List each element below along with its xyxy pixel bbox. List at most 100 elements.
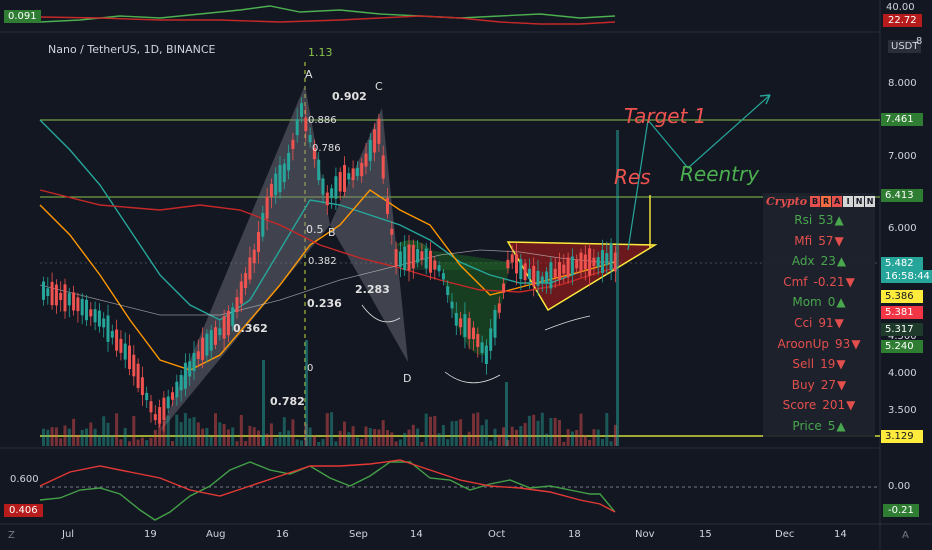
point-a-label: A (305, 68, 313, 81)
top-indicator-left-badge: 0.091 (4, 10, 41, 23)
volume-bar (85, 428, 88, 446)
candle-body (226, 310, 230, 336)
volume-bar (145, 440, 149, 446)
volume-bar (252, 427, 256, 446)
volume-bar (305, 340, 308, 446)
candle-body (239, 281, 243, 304)
ratio-label: 0.5 (306, 223, 324, 236)
signal-value: 53 (818, 213, 834, 227)
volume-bar (351, 426, 355, 446)
price-tick: 6.000 (888, 223, 917, 234)
brand-box: N (865, 196, 876, 207)
volume-bar (149, 437, 153, 446)
zoom-toggle[interactable]: Z (8, 530, 15, 541)
price-tick: 7.000 (888, 151, 917, 162)
signal-value: 201 (822, 398, 846, 413)
signal-value: 27 (820, 377, 836, 392)
volume-bar (420, 441, 424, 446)
volume-bar (368, 428, 372, 446)
volume-bar (153, 429, 157, 446)
volume-bar (527, 415, 531, 446)
candle-body (566, 257, 570, 278)
signal-value: -0.21 (813, 274, 845, 289)
volume-bar (570, 431, 574, 446)
candle-body (403, 246, 407, 271)
candle-body (222, 316, 226, 339)
volume-bar (540, 412, 544, 446)
volume-bar (46, 429, 50, 446)
candle-body (140, 377, 144, 396)
top-scale-label: 40.00 (886, 2, 915, 13)
candle-body (355, 168, 359, 177)
volume-bar (214, 413, 217, 446)
signal-name: Score (782, 398, 817, 413)
candle-body (601, 250, 604, 273)
volume-bar (467, 431, 471, 446)
volume-bar (67, 428, 71, 446)
candle-body (420, 251, 424, 260)
arrow-down-icon: ▼ (846, 398, 856, 413)
volume-bar (235, 441, 239, 446)
signal-name: Price (792, 418, 822, 433)
candle-body (343, 165, 346, 192)
brand-box: R (821, 196, 832, 207)
arrow-down-icon: ▼ (837, 377, 847, 392)
candle-body (588, 248, 592, 276)
volume-bar (50, 427, 54, 446)
volume-bar (476, 412, 480, 446)
volume-bar (489, 440, 493, 446)
volume-bar (192, 417, 196, 446)
candle-body (325, 192, 329, 206)
candle-body (532, 265, 536, 287)
candle-body (300, 103, 303, 117)
candle-body (110, 331, 114, 338)
volume-bar (609, 441, 613, 446)
candle-body (398, 251, 402, 267)
volume-bar (265, 433, 269, 446)
candle-body (605, 253, 609, 266)
brand-box: I (843, 196, 854, 207)
candle-body (536, 270, 540, 286)
volume-bar (343, 421, 346, 446)
volume-bar (97, 434, 101, 446)
signal-row-buy: Buy 27 ▼ (763, 375, 875, 396)
time-tick: Dec (775, 529, 795, 540)
signal-row-price: Price 5 ▲ (763, 416, 875, 437)
candle-body (102, 318, 106, 328)
bottom-left-badge: 0.406 (4, 504, 43, 517)
volume-bar (377, 429, 381, 446)
volume-bar (330, 412, 334, 446)
candle-body (192, 353, 196, 371)
candle-body (377, 118, 381, 144)
time-axis[interactable]: Jul 19 Aug 16 Sep 14 Oct 18 Nov 15 Dec 14 (0, 526, 880, 548)
ratio-label: 0 (307, 363, 314, 374)
volume-bar (166, 415, 170, 446)
candle-body (450, 301, 454, 309)
volume-bar (424, 413, 428, 446)
candle-body (97, 310, 101, 327)
auto-scale-toggle[interactable]: A (902, 530, 909, 541)
candle-body (454, 312, 458, 326)
volume-bar (115, 413, 119, 446)
volume-bar (429, 416, 432, 446)
signal-value: 91 (818, 315, 834, 330)
ratio-label: 0.382 (308, 256, 337, 267)
signal-row-score: Score 201 ▼ (763, 395, 875, 416)
candle-body (592, 257, 596, 267)
candle-body (386, 198, 389, 214)
time-tick: 18 (568, 529, 581, 540)
candle-body (480, 342, 484, 353)
volume-bar (201, 428, 205, 446)
candle-body (261, 212, 265, 237)
signal-name: AroonUp (777, 336, 830, 351)
candle-body (317, 159, 321, 181)
candle-body (287, 152, 291, 171)
volume-bar (515, 429, 518, 446)
volume-bar (257, 430, 260, 446)
volume-bar (411, 424, 415, 446)
ratio-label: 2.283 (355, 283, 390, 296)
volume-bar (510, 426, 514, 446)
candle-body (446, 286, 450, 295)
volume-bar (394, 441, 398, 446)
candle-body (373, 129, 377, 153)
